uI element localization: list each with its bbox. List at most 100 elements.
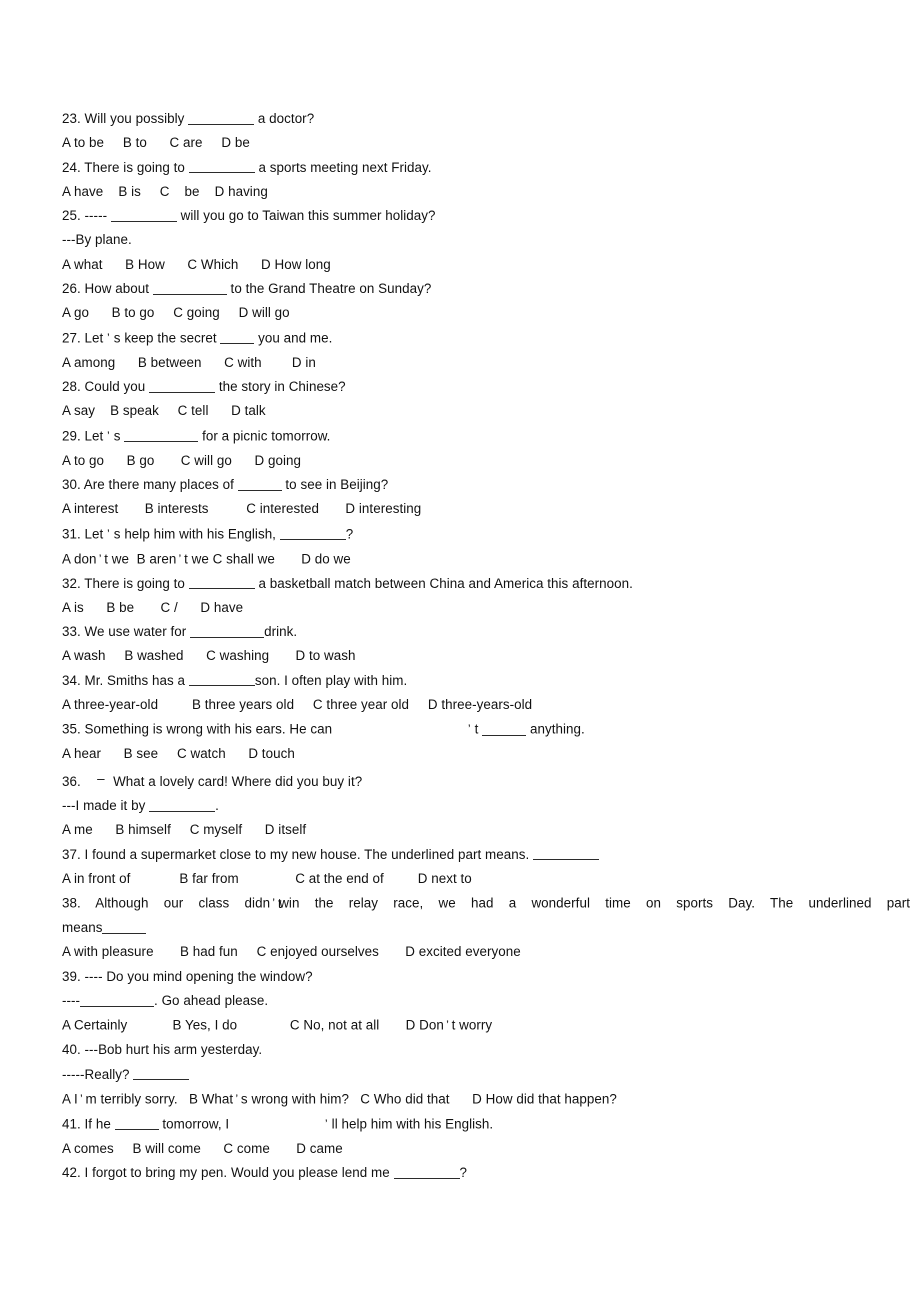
question-list: 23. Will you possibly a doctor? A to be … [62,107,910,1186]
question-stem-36: 36. – What a lovely card! Where did you bu… [62,767,910,794]
q27-stem-part1: 27. Let [62,330,104,346]
q42-stem-after: ? [459,1165,468,1181]
q31-opt-part2: t we B aren [104,551,177,567]
q40-opt-part3: s wrong with him? C Who did that D How d… [240,1091,617,1107]
q34-stem-after: son. I often play with him. [254,672,408,688]
blank-field[interactable] [110,208,177,222]
question-stem-32: 32. There is going to a basketball match… [62,572,910,596]
question-options-38[interactable]: A with pleasure B had fun C enjoyed ours… [62,940,910,964]
q39-answer-after: . Go ahead please. [154,993,269,1009]
q31-opt-part3: t we C shall we D do we [184,551,351,567]
blank-field[interactable] [237,477,282,491]
question-options-32[interactable]: A is B be C / D have [62,596,910,620]
q30-stem-after: to see in Beijing? [281,476,389,492]
q39-opt-part2: t worry [451,1018,493,1034]
blank-field[interactable] [80,993,155,1007]
q28-stem-after: the story in Chinese? [215,379,346,394]
question-options-27[interactable]: A among B between C with D in [62,351,910,375]
q23-stem-after: a doctor? [254,111,315,126]
question-stem-31: 31. Let’ s help him with his English, ? [62,522,910,547]
blank-field[interactable] [188,673,255,687]
question-answer-40: -----Really? [62,1063,910,1087]
q37-stem-before: 37. I found a supermarket close to my ne… [62,846,534,862]
q31-stem-after: ? [345,526,354,542]
apostrophe-glyph: ’ [107,330,110,345]
q29-stem-after: for a picnic tomorrow. [198,428,331,444]
apostrophe-glyph: ’ [324,1116,328,1131]
question-stem-24: 24. There is going to a sports meeting n… [62,156,910,180]
question-options-28[interactable]: A say B speak C tell D talk [62,399,910,423]
question-options-34[interactable]: A three-year-old B three years old C thr… [62,693,910,717]
blank-field[interactable] [152,281,227,295]
q36-stem-part1: 36. [62,773,81,789]
apostrophe-glyph: ’ [107,428,110,443]
q24-stem-after: a sports meeting next Friday. [254,159,432,175]
question-options-24[interactable]: A have B is C be D having [62,180,910,204]
apostrophe-glyph: ’ [80,1091,83,1106]
q35-stem-part2: t [474,722,483,738]
blank-field[interactable] [102,920,147,934]
q27-stem-part2: s keep the secret [113,330,221,346]
blank-field[interactable] [133,1067,190,1081]
blank-field[interactable] [188,160,255,174]
blank-field[interactable] [220,331,255,344]
question-options-23[interactable]: A to be B to C are D be [62,131,910,155]
blank-field[interactable] [114,1117,159,1131]
question-stem-25: 25. ----- will you go to Taiwan this sum… [62,204,910,228]
question-options-37[interactable]: A in front of B far from C at the end of… [62,867,910,891]
q40-opt-part1: A I [62,1091,78,1107]
q31-stem-part2: s help him with his English, [113,526,280,542]
q36-answer-after: . [215,797,219,813]
q30-stem-before: 30. Are there many places of [62,476,238,492]
question-options-26[interactable]: A go B to go C going D will go [62,301,910,325]
blank-field[interactable] [482,722,527,736]
apostrophe-glyph: ’ [272,896,276,911]
question-stem-23: 23. Will you possibly a doctor? [62,107,910,131]
q28-stem-before: 28. Could you [62,379,150,394]
question-options-41[interactable]: A comes B will come C come D came [62,1137,910,1161]
q34-stem-before: 34. Mr. Smiths has a [62,672,189,688]
question-options-29[interactable]: A to go B go C will go D going [62,449,910,473]
question-options-25[interactable]: A what B How C Which D How long [62,253,910,277]
blank-field[interactable] [188,576,255,590]
blank-field[interactable] [393,1166,460,1179]
question-stem-26: 26. How about to the Grand Theatre on Su… [62,277,910,301]
blank-field[interactable] [279,527,346,540]
q41-stem-part3: ll help him with his English. [331,1116,494,1132]
question-options-39[interactable]: A Certainly B Yes, I do C No, not at all… [62,1013,910,1038]
question-stem-27: 27. Let’ s keep the secret you and me. [62,326,910,351]
question-stem-29: 29. Let’ s for a picnic tomorrow. [62,424,910,449]
q36-stem-part2: What a lovely card! Where did you buy it… [113,773,363,789]
q35-stem-part1: 35. Something is wrong with his ears. He… [62,722,333,738]
q38-stem-part1: 38. Although our class didn [62,895,271,911]
blank-field[interactable] [124,429,199,442]
apostrophe-glyph: ’ [178,551,182,566]
blank-field[interactable] [533,847,600,861]
question-answer-39: ---- . Go ahead please. [62,989,910,1013]
q27-stem-after: you and me. [254,330,333,346]
q29-stem-part2: s [113,428,125,444]
blank-field[interactable] [149,798,216,812]
question-options-35[interactable]: A hear B see C watch D touch [62,742,910,766]
question-options-36[interactable]: A me B himself C myself D itself [62,818,910,842]
question-stem-30: 30. Are there many places of to see in B… [62,473,910,497]
question-answer-25: ---By plane. [62,232,132,248]
apostrophe-glyph: ’ [446,1018,449,1033]
apostrophe-glyph: ’ [107,526,110,541]
question-stem-35: 35. Something is wrong with his ears. He… [62,717,910,742]
question-options-31[interactable]: A don’ t we B aren’ t we C shall we D do w… [62,547,910,572]
blank-field[interactable] [188,111,255,125]
q38-stem-part3: win the relay race, we had a wonderful t… [279,895,911,911]
blank-field[interactable] [190,624,265,638]
q31-stem-part1: 31. Let [62,526,104,542]
question-stem-40: 40. ---Bob hurt his arm yesterday. [62,1042,263,1058]
question-options-30[interactable]: A interest B interests C interested D in… [62,497,910,521]
question-stem-42: 42. I forgot to bring my pen. Would you … [62,1161,910,1185]
q39-opt-part1: A Certainly B Yes, I do C No, not at all… [62,1018,444,1034]
question-stem-41: 41. If he tomorrow, I ’ ll help him with h… [62,1112,910,1137]
blank-field[interactable] [149,379,216,393]
question-options-33[interactable]: A wash B washed C washing D to wash [62,644,910,668]
q32-stem-before: 32. There is going to [62,575,189,591]
question-options-40[interactable]: A I’ m terribly sorry. B What’ s wrong wit… [62,1087,910,1112]
q41-stem-part2: tomorrow, I [158,1116,230,1132]
